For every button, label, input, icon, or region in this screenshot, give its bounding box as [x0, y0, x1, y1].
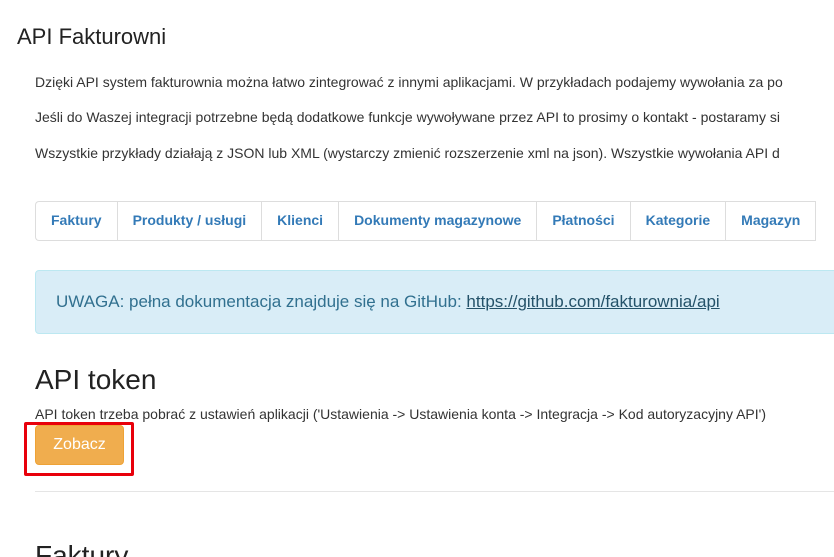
zobacz-button[interactable]: Zobacz: [35, 425, 124, 465]
section-divider: [35, 491, 834, 492]
tab-platnosci[interactable]: Płatności: [537, 202, 631, 240]
intro-paragraph-3: Wszystkie przykłady działają z JSON lub …: [35, 145, 780, 161]
tab-magazyn[interactable]: Magazyn: [726, 202, 817, 240]
tab-klienci[interactable]: Klienci: [262, 202, 340, 240]
api-token-description: API token trzeba pobrać z ustawień aplik…: [35, 406, 766, 422]
intro-paragraph-1: Dzięki API system fakturownia można łatw…: [35, 74, 783, 90]
faktury-section-title: Faktury: [35, 540, 129, 557]
tab-produkty-uslugi[interactable]: Produkty / usługi: [118, 202, 263, 240]
api-tabs: Faktury Produkty / usługi Klienci Dokume…: [35, 201, 817, 241]
page-title: API Fakturowni: [17, 24, 167, 49]
tab-dokumenty-magazynowe[interactable]: Dokumenty magazynowe: [339, 202, 538, 240]
intro-paragraph-2: Jeśli do Waszej integracji potrzebne będ…: [35, 109, 780, 125]
page: API Fakturowni Dzięki API system fakturo…: [0, 0, 834, 557]
api-token-title: API token: [35, 364, 157, 395]
github-link[interactable]: https://github.com/fakturownia/api: [466, 292, 719, 311]
alert-text: UWAGA: pełna dokumentacja znajduje się n…: [56, 292, 467, 311]
tab-kategorie[interactable]: Kategorie: [631, 202, 727, 240]
tab-faktury[interactable]: Faktury: [36, 202, 118, 240]
github-docs-alert: UWAGA: pełna dokumentacja znajduje się n…: [35, 270, 834, 334]
